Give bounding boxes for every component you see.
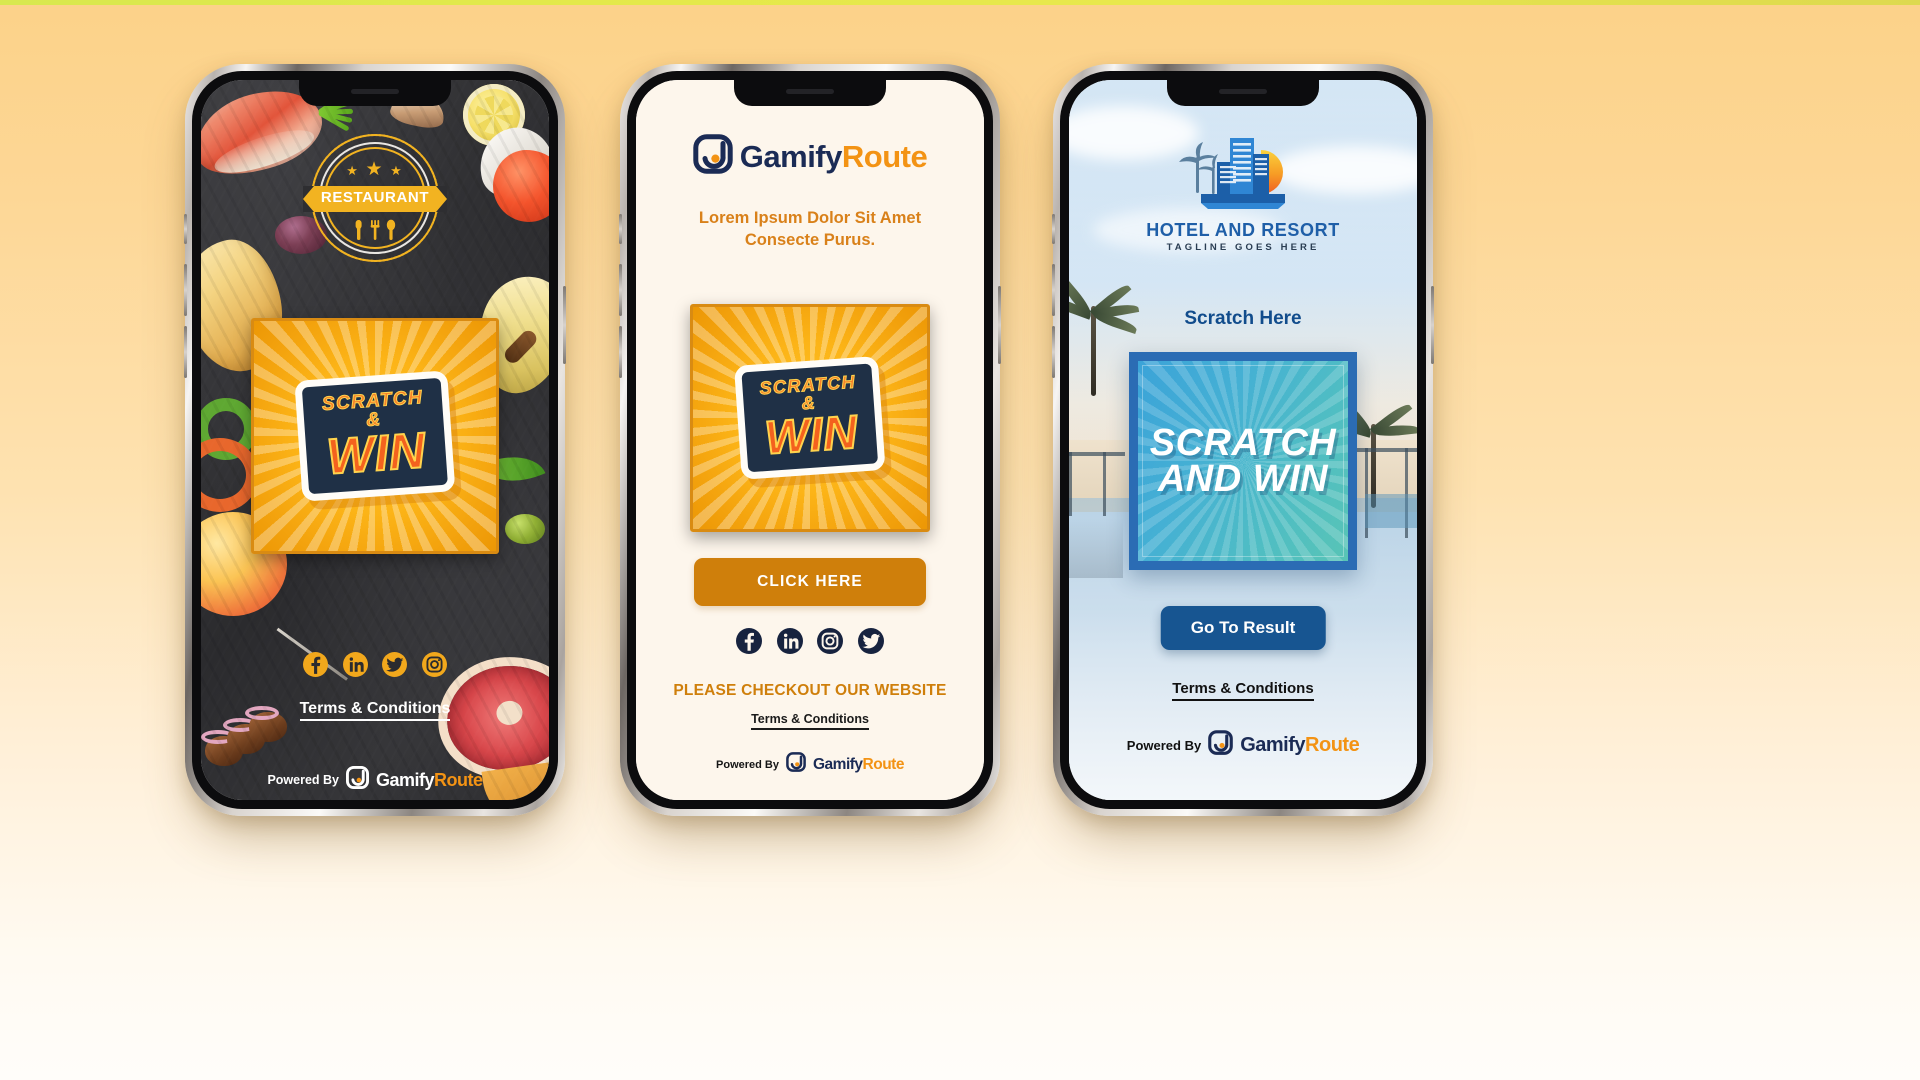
phone2-click-here-button[interactable]: CLICK HERE <box>694 558 926 606</box>
phone3-mute-button[interactable] <box>1052 214 1055 244</box>
phone2-scratch-card-wrapper: SCRATCH & WIN <box>690 304 930 532</box>
phone2-screen: GamifyRoute Lorem Ipsum Dolor Sit Amet C… <box>636 80 984 800</box>
powered-by-label: Powered By <box>1126 737 1202 753</box>
phone1-power-button[interactable] <box>563 286 566 364</box>
phone1-terms-link[interactable]: Terms & Conditions <box>201 700 549 721</box>
brand-secondary: Route <box>862 755 905 773</box>
phone1-notch <box>299 80 451 106</box>
hotel-logo-tagline: TAGLINE GOES HERE <box>1166 242 1320 253</box>
phone2-powered-by: Powered By GamifyRoute <box>636 752 984 777</box>
hotel-resort-logo-icon <box>1167 124 1319 216</box>
brand-primary: Gamify <box>812 755 863 773</box>
phone2-notch <box>734 80 886 106</box>
gamifyroute-logo: GamifyRoute <box>693 134 928 179</box>
phone-mockup-restaurant: ★ ★ ★ RESTAURANT SCRATCH & WIN Terms & C… <box>184 64 566 816</box>
badge-label: RESTAURANT <box>320 189 430 206</box>
food-green-pepper-ring-icon <box>201 398 257 460</box>
gamifyroute-logo-icon <box>693 134 733 179</box>
phone3-volume-down-button[interactable] <box>1052 326 1055 378</box>
phone-mockup-gamifyroute: GamifyRoute Lorem Ipsum Dolor Sit Amet C… <box>619 64 1001 816</box>
brand-primary: Gamify <box>739 138 843 174</box>
social-twitter-icon[interactable] <box>857 628 884 654</box>
social-instagram-icon[interactable] <box>421 652 447 677</box>
powered-by-label: Powered By <box>267 773 340 787</box>
phone1-volume-down-button[interactable] <box>184 326 187 378</box>
hotel-logo-name: HOTEL AND RESORT <box>1146 220 1340 240</box>
phone2-social-row <box>636 628 984 654</box>
food-lemon-slice-icon <box>463 84 525 146</box>
phone1-scratch-card[interactable]: SCRATCH & WIN <box>251 318 499 554</box>
phone1-scratch-line2: WIN <box>324 421 428 486</box>
gamifyroute-logo-icon <box>346 766 370 794</box>
brand-secondary: Route <box>434 769 483 790</box>
cutlery-icon <box>311 218 439 248</box>
phone2-header: GamifyRoute <box>636 134 984 179</box>
phone-mockup-hotel-resort: HOTEL AND RESORT TAGLINE GOES HERE Scrat… <box>1052 64 1434 816</box>
phone2-power-button[interactable] <box>998 286 1001 364</box>
phone3-scratch-card-text: SCRATCH AND WIN <box>1138 421 1348 500</box>
phone3-notch <box>1167 80 1319 106</box>
social-instagram-icon[interactable] <box>817 628 844 654</box>
phone3-power-button[interactable] <box>1431 286 1434 364</box>
gamifyroute-logo: GamifyRoute <box>1208 730 1360 760</box>
social-twitter-icon[interactable] <box>382 652 408 677</box>
water-reflection <box>1069 518 1123 578</box>
phone2-volume-down-button[interactable] <box>619 326 622 378</box>
phone3-scratch-label: Scratch Here <box>1184 308 1302 329</box>
phone1-volume-up-button[interactable] <box>184 264 187 316</box>
top-accent-stripe <box>0 0 1920 5</box>
brand-secondary: Route <box>1305 733 1360 756</box>
cabana-right-icon <box>1357 448 1417 538</box>
gamifyroute-logo-icon <box>786 752 806 777</box>
powered-by-label: Powered By <box>716 758 779 771</box>
phone3-powered-by: Powered By GamifyRoute <box>1069 730 1417 760</box>
phone3-hotel-logo: HOTEL AND RESORT TAGLINE GOES HERE <box>1069 124 1417 253</box>
phone1-mute-button[interactable] <box>184 214 187 244</box>
social-linkedin-icon[interactable] <box>342 652 368 677</box>
food-green-olive-icon <box>505 514 545 544</box>
social-facebook-icon[interactable] <box>303 652 329 677</box>
phone3-volume-up-button[interactable] <box>1052 264 1055 316</box>
food-tomato-icon <box>493 150 549 222</box>
phone2-mute-button[interactable] <box>619 214 622 244</box>
phone2-headline: Lorem Ipsum Dolor Sit Amet Consecte Puru… <box>698 209 922 249</box>
phone3-scratch-line2: AND WIN <box>1157 458 1329 500</box>
phone2-scratch-line2: WIN <box>762 404 860 465</box>
phone3-scratch-card[interactable]: SCRATCH AND WIN <box>1129 352 1357 570</box>
gamifyroute-logo-icon <box>1208 730 1234 760</box>
social-linkedin-icon[interactable] <box>776 628 803 654</box>
brand-primary: Gamify <box>376 769 435 790</box>
gamifyroute-logo: GamifyRoute <box>346 766 483 794</box>
restaurant-badge: ★ ★ ★ RESTAURANT <box>303 134 447 262</box>
phone3-terms-link[interactable]: Terms & Conditions <box>1069 680 1417 701</box>
phone2-website-text: PLEASE CHECKOUT OUR WEBSITE <box>673 682 947 699</box>
gamifyroute-logo: GamifyRoute <box>786 752 904 777</box>
cabana-left-icon <box>1069 452 1125 516</box>
phone1-screen: ★ ★ ★ RESTAURANT SCRATCH & WIN Terms & C… <box>201 80 549 800</box>
phone2-scratch-card[interactable]: SCRATCH & WIN <box>690 304 930 532</box>
phone2-terms-link[interactable]: Terms & Conditions <box>636 712 984 730</box>
phone3-scratch-line1: SCRATCH <box>1149 421 1337 464</box>
phone3-screen: HOTEL AND RESORT TAGLINE GOES HERE Scrat… <box>1069 80 1417 800</box>
social-facebook-icon[interactable] <box>736 628 763 654</box>
brand-primary: Gamify <box>1240 733 1306 756</box>
food-ladle-icon <box>471 120 549 204</box>
phone3-go-to-result-button[interactable]: Go To Result <box>1160 606 1326 650</box>
food-steak-icon <box>441 659 549 777</box>
phone1-social-row <box>201 652 549 677</box>
brand-secondary: Route <box>841 138 928 174</box>
phone1-powered-by: Powered By GamifyRoute <box>201 766 549 794</box>
badge-stars: ★ ★ ★ <box>346 159 404 180</box>
phone2-volume-up-button[interactable] <box>619 264 622 316</box>
